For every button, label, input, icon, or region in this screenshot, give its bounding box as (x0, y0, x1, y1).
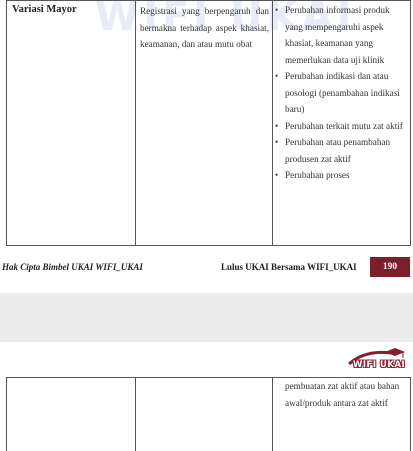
footer-copyright: Hak Cipta Bimbel UKAI WIFI_UKAI (2, 262, 143, 272)
page-190: WIFI UKAI Variasi Mayor Registrasi yang … (0, 0, 413, 293)
category-cell: Variasi Mayor (6, 0, 136, 246)
page-gap (0, 293, 413, 342)
bullet-icon: • (275, 71, 279, 81)
table-row: pembuatan zat aktif atau bahan awal/prod… (6, 377, 411, 451)
examples-cell-continued: pembuatan zat aktif atau bahan awal/prod… (272, 377, 411, 451)
bullet-icon: • (275, 5, 279, 15)
page-number-badge: 190 (370, 257, 410, 277)
list-item: • Perubahan atau penambahan produsen zat … (275, 134, 408, 167)
definition-cell-empty (135, 377, 273, 451)
list-item: • Perubahan terkait mutu zat aktif (275, 118, 408, 135)
category-cell-empty (6, 377, 136, 451)
page-191: WIFI UKAI pembuatan zat aktif atau bahan… (0, 342, 413, 451)
variation-table-continued: pembuatan zat aktif atau bahan awal/prod… (6, 377, 411, 451)
wifi-ukai-logo: WIFI UKAI (345, 348, 407, 378)
examples-list: • Perubahan informasi produk yang mempeng… (273, 1, 410, 184)
list-item: • Perubahan indikasi dan atau posologi (p… (275, 68, 408, 118)
examples-cell: • Perubahan informasi produk yang mempeng… (272, 0, 411, 246)
list-item: • Perubahan informasi produk yang mempeng… (275, 2, 408, 68)
bullet-icon: • (275, 137, 279, 147)
definition-cell: Registrasi yang berpengaruh dan bermakna… (135, 0, 273, 246)
table-row: Variasi Mayor Registrasi yang berpengaru… (6, 0, 411, 246)
bullet-icon: • (275, 170, 279, 180)
footer-tagline: Lulus UKAI Bersama WIFI_UKAI (221, 262, 357, 272)
definition-text: Registrasi yang berpengaruh dan bermakna… (140, 6, 269, 49)
bullet-icon: • (275, 120, 279, 131)
logo-text: WIFI UKAI (353, 360, 406, 370)
category-label: Variasi Mayor (12, 4, 77, 15)
page-footer: Hak Cipta Bimbel UKAI WIFI_UKAI Lulus UK… (0, 256, 413, 280)
list-item: • Perubahan proses (275, 167, 408, 184)
variation-table: Variasi Mayor Registrasi yang berpengaru… (6, 0, 411, 246)
continued-text: pembuatan zat aktif atau bahan awal/prod… (285, 381, 400, 408)
